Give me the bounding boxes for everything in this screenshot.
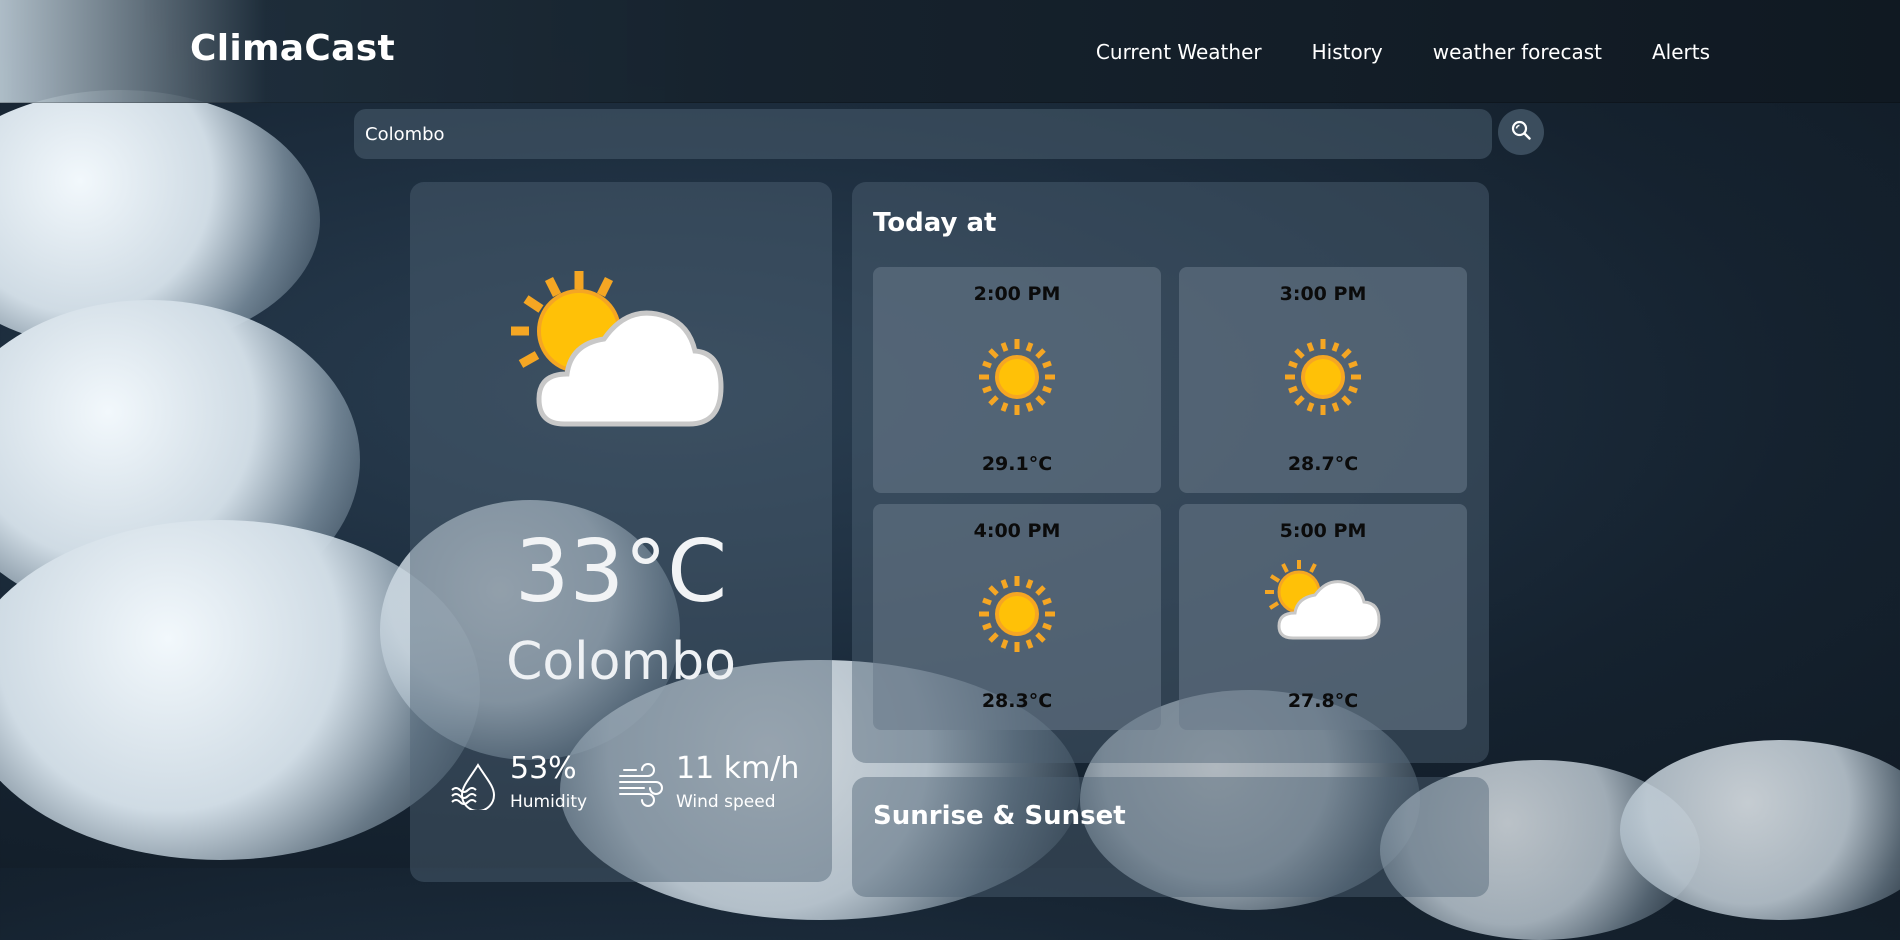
hour-time: 5:00 PM <box>1279 520 1367 542</box>
wind-label: Wind speed <box>676 792 776 812</box>
main-nav: Current Weather History weather forecast… <box>1096 40 1710 64</box>
hour-temp: 29.1°C <box>981 453 1053 475</box>
hour-temp: 28.7°C <box>1287 453 1359 475</box>
search-icon <box>1510 119 1532 145</box>
sunrise-sunset-title: Sunrise & Sunset <box>873 801 1126 831</box>
humidity-value: 53% <box>510 751 577 786</box>
hour-tile[interactable]: 3:00 PM 28.7°C <box>1179 267 1467 493</box>
today-title: Today at <box>873 208 997 238</box>
sunny-icon <box>977 574 1057 658</box>
sunrise-sunset-card: Sunrise & Sunset <box>852 777 1489 897</box>
wind-icon <box>618 762 664 812</box>
hour-tile[interactable]: 5:00 PM 27.8°C <box>1179 504 1467 730</box>
hour-temp: 28.3°C <box>981 690 1053 712</box>
nav-alerts[interactable]: Alerts <box>1652 40 1710 64</box>
wind-stat: 11 km/h Wind speed <box>618 752 799 812</box>
search-button[interactable] <box>1498 109 1544 155</box>
partly-cloudy-icon <box>1263 560 1383 648</box>
nav-current-weather[interactable]: Current Weather <box>1096 40 1262 64</box>
current-temperature: 33°C <box>514 522 728 622</box>
wind-value: 11 km/h <box>676 751 800 786</box>
hour-tile[interactable]: 2:00 PM 29.1°C <box>873 267 1161 493</box>
hour-time: 2:00 PM <box>973 283 1061 305</box>
current-city: Colombo <box>506 632 736 692</box>
hour-tile[interactable]: 4:00 PM 28.3°C <box>873 504 1161 730</box>
search-bar <box>354 109 1492 159</box>
search-input[interactable] <box>354 109 1492 159</box>
sunny-icon <box>977 337 1057 421</box>
nav-weather-forecast[interactable]: weather forecast <box>1433 40 1602 64</box>
partly-cloudy-icon <box>509 269 729 443</box>
sunny-icon <box>1283 337 1363 421</box>
humidity-icon <box>450 762 498 814</box>
hour-time: 3:00 PM <box>1279 283 1367 305</box>
nav-history[interactable]: History <box>1312 40 1383 64</box>
humidity-stat: 53% Humidity <box>450 752 587 814</box>
top-navbar: ClimaCast Current Weather History weathe… <box>0 0 1900 103</box>
app-logo[interactable]: ClimaCast <box>190 28 395 69</box>
hour-temp: 27.8°C <box>1287 690 1359 712</box>
current-weather-card: 33°C Colombo 53% Humidity 11 km/h Wind s… <box>410 182 832 882</box>
hour-time: 4:00 PM <box>973 520 1061 542</box>
today-forecast-card: Today at 2:00 PM 29.1°C 3:00 PM 28.7°C 4… <box>852 182 1489 763</box>
humidity-label: Humidity <box>510 792 588 812</box>
